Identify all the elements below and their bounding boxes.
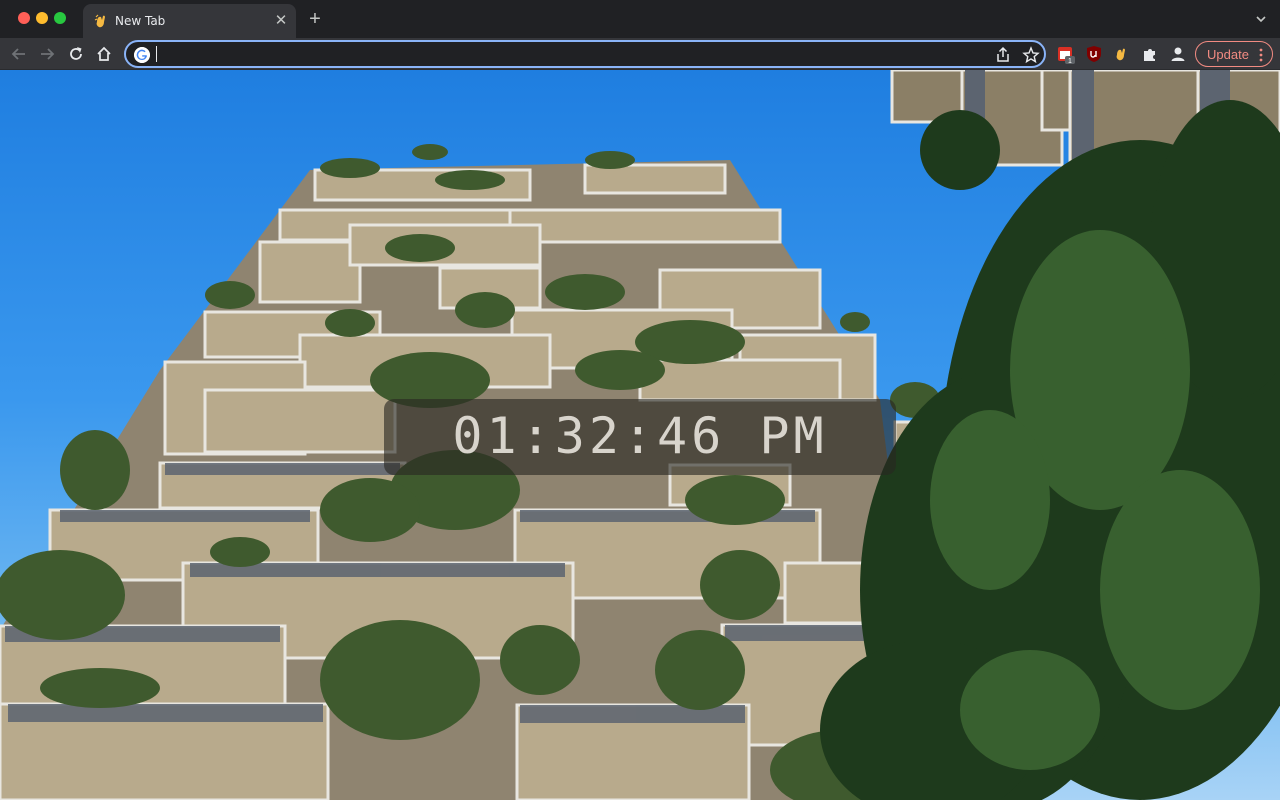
back-arrow-icon[interactable] <box>9 44 29 64</box>
share-icon[interactable] <box>994 46 1012 64</box>
address-bar[interactable] <box>124 40 1046 68</box>
tab-strip: New Tab ✕ + <box>0 0 1280 38</box>
hand-wave-extension-icon[interactable] <box>1112 44 1132 64</box>
new-tab-page: 01:32:46 PM <box>0 70 1280 800</box>
update-button[interactable]: Update <box>1195 41 1273 67</box>
new-tab-button[interactable]: + <box>306 9 324 29</box>
home-icon[interactable] <box>94 44 114 64</box>
reload-icon[interactable] <box>66 44 86 64</box>
chevron-down-icon[interactable] <box>1254 12 1268 26</box>
forward-arrow-icon[interactable] <box>37 44 57 64</box>
browser-toolbar: 1 Update <box>0 38 1280 70</box>
bookmark-star-icon[interactable] <box>1022 46 1040 64</box>
tab-title: New Tab <box>115 14 166 28</box>
profile-avatar-icon[interactable] <box>1168 44 1188 64</box>
extension-badge: 1 <box>1068 58 1072 64</box>
clock-time: 01:32:46 PM <box>452 407 828 465</box>
calendar-extension-icon[interactable]: 1 <box>1056 44 1076 64</box>
tab-close-icon[interactable]: ✕ <box>272 12 290 30</box>
update-label: Update <box>1207 47 1249 62</box>
google-g-icon <box>134 47 150 63</box>
window-minimize-button[interactable] <box>36 12 48 24</box>
more-vert-icon <box>1259 48 1263 62</box>
text-caret <box>156 46 157 62</box>
puzzle-extensions-icon[interactable] <box>1140 44 1160 64</box>
window-maximize-button[interactable] <box>54 12 66 24</box>
window-close-button[interactable] <box>18 12 30 24</box>
tab-new-tab[interactable]: New Tab ✕ <box>83 4 296 38</box>
hand-wave-icon <box>94 14 105 28</box>
omnibox-input[interactable] <box>156 45 976 63</box>
ublock-origin-icon[interactable] <box>1084 44 1104 64</box>
clock-widget: 01:32:46 PM <box>384 399 896 475</box>
